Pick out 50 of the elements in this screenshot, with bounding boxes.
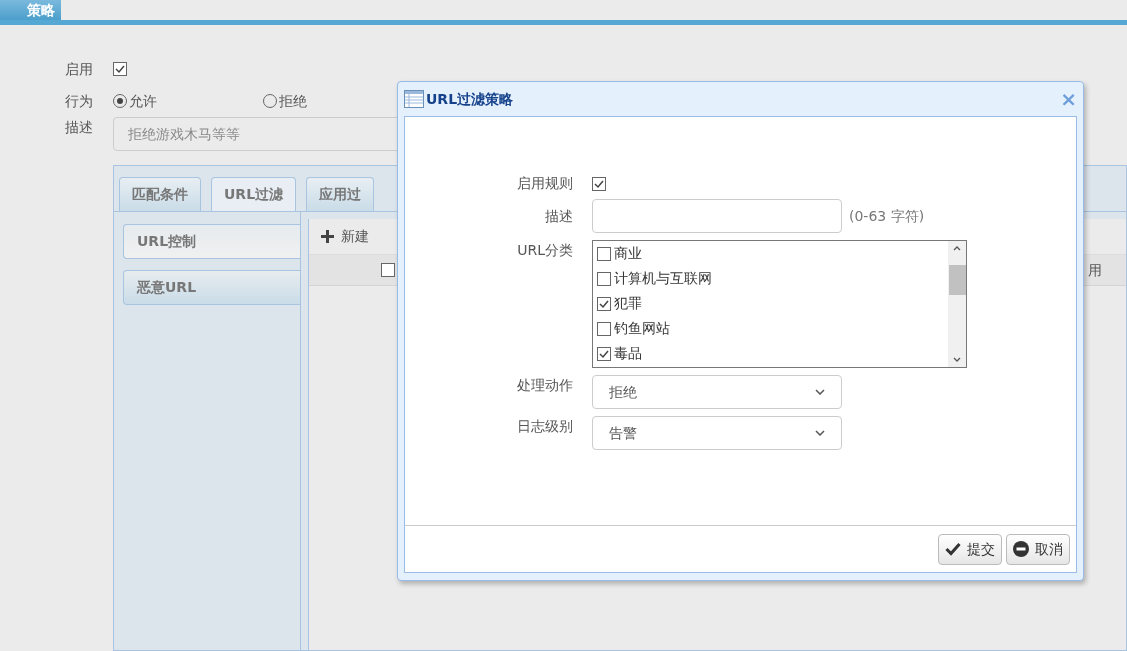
scrollbar[interactable] xyxy=(948,241,966,367)
scroll-up-icon[interactable] xyxy=(953,245,961,251)
tab[interactable]: 应用过 xyxy=(306,177,375,211)
page-tab[interactable]: 策略 xyxy=(0,0,61,20)
checkbox[interactable] xyxy=(597,271,611,286)
scroll-down-icon[interactable] xyxy=(953,357,961,363)
category-label: 商业 xyxy=(614,244,642,263)
column-header: 用 xyxy=(1088,260,1102,280)
field-label: 行为 xyxy=(65,91,94,111)
caret-icon xyxy=(815,389,825,395)
close-button[interactable]: × xyxy=(1060,89,1077,109)
checkmark-icon xyxy=(945,542,961,556)
checkbox[interactable] xyxy=(597,321,611,336)
minus-circle-icon xyxy=(1013,541,1029,557)
field-label: 日志级别 xyxy=(516,417,574,436)
submit-button[interactable]: 提交 xyxy=(938,533,1002,565)
plus-icon xyxy=(321,230,334,243)
scroll-thumb[interactable] xyxy=(948,265,966,295)
checkbox[interactable] xyxy=(597,246,611,261)
new-button[interactable]: 新建 xyxy=(321,226,369,247)
category-label: 计算机与互联网 xyxy=(614,269,712,288)
dialog-title: URL过滤策略 xyxy=(426,89,514,109)
category-label: 毒品 xyxy=(614,344,642,363)
checkbox[interactable] xyxy=(113,62,127,76)
field-label: 描述 xyxy=(65,118,94,137)
checkbox[interactable] xyxy=(597,346,611,361)
description-field[interactable] xyxy=(592,199,842,233)
field-label: 描述 xyxy=(544,206,574,226)
side-menu-item[interactable]: URL控制 xyxy=(123,224,300,259)
radio-label: 拒绝 xyxy=(279,91,307,111)
side-menu-item[interactable]: 恶意URL xyxy=(123,270,300,305)
category-label: 钓鱼网站 xyxy=(614,319,670,338)
caret-icon xyxy=(815,430,825,436)
field-label: 启用规则 xyxy=(516,174,574,193)
table-icon xyxy=(404,90,424,108)
category-label: 犯罪 xyxy=(614,294,642,313)
field-label: URL分类 xyxy=(516,241,574,260)
checkbox[interactable] xyxy=(592,176,606,191)
tab[interactable]: 匹配条件 xyxy=(119,177,201,211)
cancel-button[interactable]: 取消 xyxy=(1006,533,1070,565)
field-label: 启用 xyxy=(65,59,94,79)
field-label: 处理动作 xyxy=(516,376,574,395)
checkbox[interactable] xyxy=(597,296,611,311)
category-list[interactable]: 商业 计算机与互联网 犯罪 钓鱼网站 毒品 xyxy=(592,240,967,368)
action-select[interactable]: 拒绝 xyxy=(592,375,842,409)
tab[interactable]: URL过滤 xyxy=(211,177,297,211)
radio-label: 允许 xyxy=(129,91,157,111)
checkbox[interactable] xyxy=(381,263,395,277)
hint-text: (0-63 字符) xyxy=(849,206,925,226)
log-level-select[interactable]: 告警 xyxy=(592,416,842,450)
